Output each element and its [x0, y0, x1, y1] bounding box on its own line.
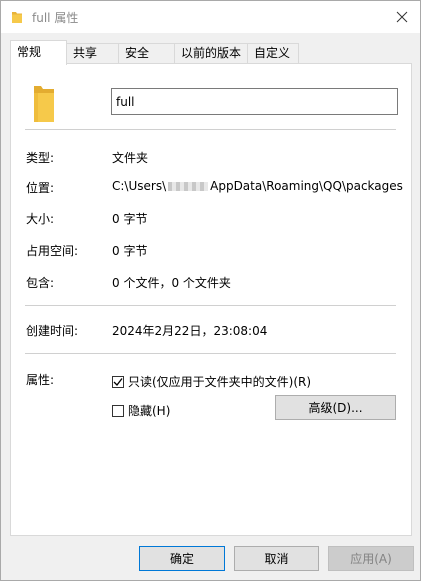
size-on-disk-value: 0 字节	[112, 244, 148, 258]
created-label: 创建时间:	[26, 324, 79, 338]
folder-name-input[interactable]	[111, 88, 398, 115]
separator	[25, 129, 396, 130]
size-on-disk-label: 占用空间:	[26, 244, 79, 258]
readonly-checkbox[interactable]	[112, 375, 124, 388]
folder-icon	[12, 12, 22, 23]
title-bar: full 属性	[1, 1, 420, 33]
size-value: 0 字节	[112, 212, 148, 226]
size-label: 大小:	[26, 212, 55, 226]
tab-customize[interactable]: 自定义	[247, 43, 299, 64]
close-button[interactable]	[390, 5, 414, 29]
location-prefix: C:\Users\	[112, 179, 167, 193]
separator	[25, 353, 396, 354]
checkmark-icon	[113, 377, 123, 386]
location-value: C:\Users\ AppData\Roaming\QQ\packages	[112, 179, 403, 193]
separator	[25, 305, 396, 306]
advanced-button[interactable]: 高级(D)...	[275, 395, 396, 420]
cancel-button[interactable]: 取消	[234, 546, 319, 571]
window-title: full 属性	[32, 11, 79, 25]
readonly-checkbox-row[interactable]: 只读(仅应用于文件夹中的文件)(R)	[112, 373, 311, 390]
contains-value: 0 个文件，0 个文件夹	[112, 276, 231, 290]
type-value: 文件夹	[112, 151, 149, 165]
attributes-label: 属性:	[26, 373, 55, 387]
ok-button[interactable]: 确定	[139, 546, 225, 571]
tab-previous-versions[interactable]: 以前的版本	[174, 43, 248, 64]
created-value: 2024年2月22日，23:08:04	[112, 324, 268, 338]
folder-large-icon	[34, 86, 54, 122]
tab-security[interactable]: 安全	[118, 43, 175, 64]
type-label: 类型:	[26, 151, 55, 165]
tab-general[interactable]: 常规	[10, 40, 67, 65]
redacted-username	[168, 182, 209, 191]
location-suffix: AppData\Roaming\QQ\packages	[210, 179, 403, 193]
location-label: 位置:	[26, 181, 55, 195]
contains-label: 包含:	[26, 276, 55, 290]
readonly-label: 只读(仅应用于文件夹中的文件)(R)	[128, 375, 312, 389]
hidden-checkbox[interactable]	[112, 404, 124, 417]
close-icon	[396, 11, 408, 23]
hidden-label: 隐藏(H)	[128, 404, 171, 418]
properties-window: full 属性 常规 共享 安全 以前的版本 自定义 类型: 文件夹 位置: C…	[0, 0, 421, 581]
tab-sharing[interactable]: 共享	[66, 43, 119, 64]
hidden-checkbox-row[interactable]: 隐藏(H)	[112, 402, 170, 419]
apply-button[interactable]: 应用(A)	[328, 546, 414, 571]
general-panel: 类型: 文件夹 位置: C:\Users\ AppData\Roaming\QQ\…	[10, 63, 412, 536]
